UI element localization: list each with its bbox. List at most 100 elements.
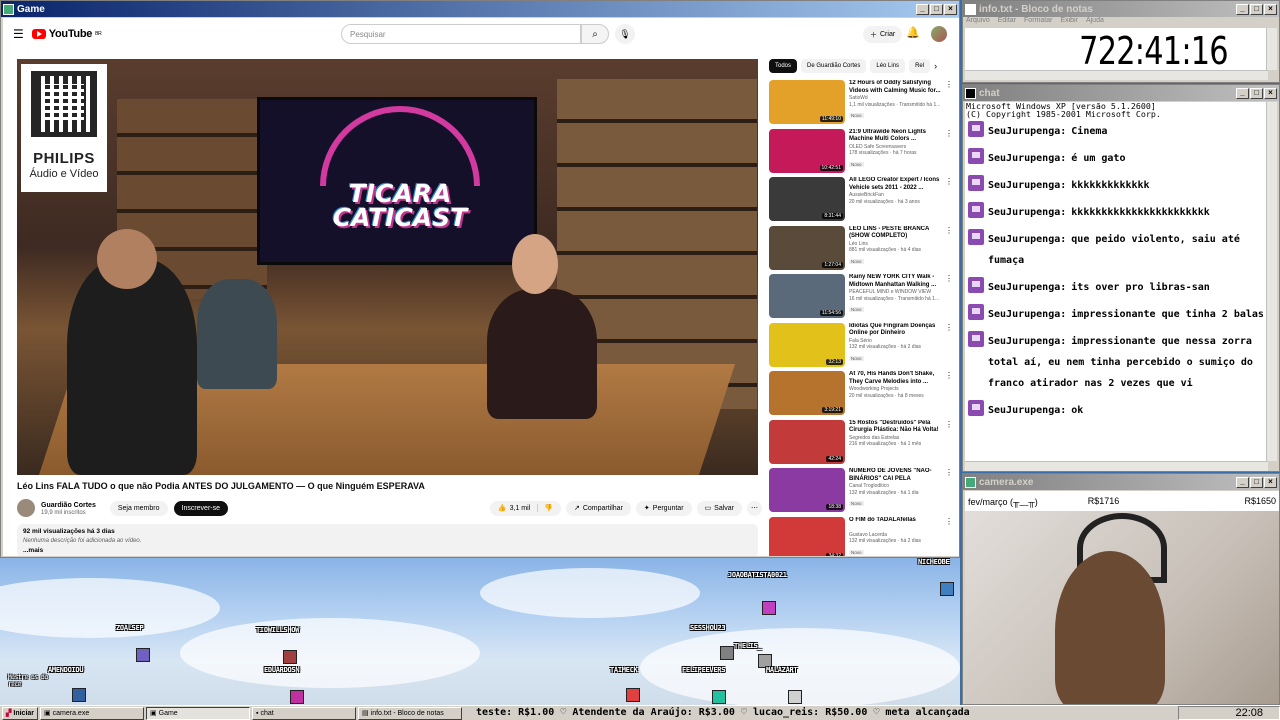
donation-ticker: teste: R$1.00 ♡ Atendente da Araújo: R$3…: [476, 707, 970, 718]
recommendation-title[interactable]: At 70, His Hands Don't Shake, They Carve…: [849, 371, 941, 386]
more-vert-icon[interactable]: ⋮: [945, 177, 953, 224]
notepad-text-area[interactable]: 722:41:16: [965, 28, 1268, 73]
notepad-titlebar[interactable]: info.txt - Bloco de notas _ □ ×: [963, 1, 1279, 17]
more-vert-icon[interactable]: ⋮: [945, 517, 953, 557]
close-button[interactable]: ×: [944, 3, 957, 15]
menu-view[interactable]: Exibir: [1060, 17, 1078, 27]
notepad-window: info.txt - Bloco de notas _ □ × Arquivo …: [962, 0, 1280, 83]
like-button[interactable]: 👍 3,1 mil 👎: [489, 500, 561, 516]
recommendation-title[interactable]: 15 Rostos "Destruídos" Pela Cirurgia Plá…: [849, 420, 941, 435]
more-vert-icon[interactable]: ⋮: [945, 80, 953, 127]
create-button[interactable]: ＋ Criar: [863, 26, 903, 43]
mic-button[interactable]: 🎙: [615, 24, 635, 44]
maximize-button[interactable]: □: [930, 3, 943, 15]
recommendation-thumbnail[interactable]: 8:31:44: [769, 177, 845, 221]
save-button[interactable]: ▭ Salvar: [696, 500, 742, 516]
close-button[interactable]: ×: [1264, 476, 1277, 488]
recommendation-item[interactable]: 32:13 Idiotas Que Fingiram Doenças Online…: [769, 322, 953, 370]
recommendation-item[interactable]: 34:32 O FIM do TADALAfellas Gustavo Lacerd…: [769, 516, 953, 557]
camera-titlebar[interactable]: camera.exe _ □ ×: [963, 474, 1279, 490]
recommendation-title[interactable]: 21:9 Ultrawide Neon Lights Machine Multi…: [849, 129, 941, 144]
taskbar-chat[interactable]: ▪ chat: [252, 706, 357, 720]
recommendation-item[interactable]: 8:31:44 All LEGO Creator Expert / Icons V…: [769, 177, 953, 224]
recommendation-item[interactable]: 18:38 NÚMERO DE JOVENS "NÃO-BINÁRIOS" CAI…: [769, 468, 953, 515]
minimize-button[interactable]: _: [1236, 476, 1249, 488]
recommendation-title[interactable]: Rainy NEW YORK CITY Walk - Midtown Manha…: [849, 274, 941, 289]
channel-name[interactable]: Guardião Cortes: [41, 501, 96, 510]
chevron-right-icon[interactable]: ›: [934, 59, 937, 73]
game-window-titlebar[interactable]: Game _ □ ×: [1, 1, 959, 17]
scrollbar[interactable]: [965, 461, 1268, 471]
recommendation-title[interactable]: NÚMERO DE JOVENS "NÃO-BINÁRIOS" CAI PELA…: [849, 468, 941, 483]
more-vert-icon[interactable]: ⋮: [945, 468, 953, 515]
video-player[interactable]: TICARA CATICAST PHILIPS Áudio e Vídeo: [17, 59, 758, 475]
menu-file[interactable]: Arquivo: [966, 17, 990, 27]
search-input[interactable]: Pesquisar: [341, 24, 581, 44]
chip-channel[interactable]: De Guardião Cortes: [801, 59, 867, 73]
search-button[interactable]: ⌕: [581, 24, 609, 44]
more-vert-icon[interactable]: ⋮: [945, 371, 953, 418]
more-vert-icon[interactable]: ⋮: [945, 274, 953, 321]
more-vert-icon[interactable]: ⋮: [945, 129, 953, 176]
member-button[interactable]: Seja membro: [109, 500, 168, 516]
subscribe-button[interactable]: Inscrever-se: [173, 500, 229, 516]
recommendation-thumbnail[interactable]: 18:38: [769, 468, 845, 512]
menu-icon[interactable]: ☰: [13, 27, 24, 41]
scrollbar[interactable]: [1266, 28, 1277, 70]
chat-titlebar[interactable]: chat _ □ ×: [963, 85, 1279, 101]
taskbar-camera[interactable]: ▣ camera.exe: [40, 706, 145, 720]
minimize-button[interactable]: _: [1236, 87, 1249, 99]
recommendation-thumbnail[interactable]: 32:13: [769, 322, 845, 367]
recommendation-title[interactable]: 12 Hours of Oddly Satisfying Videos with…: [849, 80, 941, 95]
description-more-link[interactable]: ...mais: [23, 547, 43, 554]
video-description[interactable]: 92 mil visualizações há 3 dias Nenhuma d…: [17, 524, 758, 556]
chip-related[interactable]: Rel: [909, 59, 931, 73]
recommendation-title[interactable]: Idiotas Que Fingiram Doenças Online por …: [849, 323, 941, 338]
close-button[interactable]: ×: [1264, 87, 1277, 99]
maximize-button[interactable]: □: [1250, 3, 1263, 15]
maximize-button[interactable]: □: [1250, 87, 1263, 99]
recommendation-title[interactable]: O FIM do TADALAfellas: [849, 517, 941, 532]
maximize-button[interactable]: □: [1250, 476, 1263, 488]
recommendation-thumbnail[interactable]: 11:54:56: [769, 274, 845, 318]
more-vert-icon[interactable]: ⋮: [945, 323, 953, 370]
more-vert-icon[interactable]: ⋮: [945, 420, 953, 467]
menu-help[interactable]: Ajuda: [1086, 17, 1104, 27]
recommendation-thumbnail[interactable]: 11:49:10: [769, 80, 845, 124]
menu-format[interactable]: Formatar: [1024, 17, 1052, 27]
recommendation-thumbnail[interactable]: 42:24: [769, 419, 845, 464]
more-actions-button[interactable]: ⋯: [747, 500, 762, 516]
taskbar-game[interactable]: ▣ Game: [146, 706, 251, 720]
avatar[interactable]: [931, 26, 947, 42]
recommendation-thumbnail[interactable]: 3:19:21: [769, 371, 845, 415]
recommendation-thumbnail[interactable]: 10:42:51: [769, 128, 845, 173]
start-button[interactable]: ▞ Iniciar: [2, 706, 39, 720]
minimize-button[interactable]: _: [1236, 3, 1249, 15]
recommendation-thumbnail[interactable]: 1:27:04: [769, 225, 845, 270]
share-button[interactable]: ↗ Compartilhar: [565, 500, 631, 516]
recommendation-title[interactable]: All LEGO Creator Expert / Icons Vehicle …: [849, 177, 941, 192]
recommendation-item[interactable]: 1:27:04 LÉO LINS - PESTE BRANCA (SHOW COM…: [769, 225, 953, 273]
ask-button[interactable]: ✦ Perguntar: [635, 500, 692, 516]
menu-edit[interactable]: Editar: [998, 17, 1016, 27]
minimize-button[interactable]: _: [916, 3, 929, 15]
recommendation-item[interactable]: 42:24 15 Rostos "Destruídos" Pela Cirurgi…: [769, 419, 953, 467]
chip-leo-lins[interactable]: Léo Lins: [870, 59, 906, 73]
scrollbar[interactable]: [1266, 102, 1277, 461]
recommendation-item[interactable]: 11:54:56 Rainy NEW YORK CITY Walk - Midto…: [769, 274, 953, 321]
taskbar-notepad[interactable]: ▤ info.txt - Bloco de notas: [358, 706, 463, 720]
youtube-logo[interactable]: YouTube BR: [31, 28, 102, 40]
close-button[interactable]: ×: [1264, 3, 1277, 15]
more-vert-icon[interactable]: ⋮: [945, 226, 953, 273]
recommendation-item[interactable]: 3:19:21 At 70, His Hands Don't Shake, The…: [769, 371, 953, 418]
recommendation-thumbnail[interactable]: 34:32: [769, 516, 845, 556]
user-avatar: [968, 175, 984, 191]
recommendation-item[interactable]: 11:49:10 12 Hours of Oddly Satisfying Vid…: [769, 80, 953, 127]
recommendation-item[interactable]: 10:42:51 21:9 Ultrawide Neon Lights Machi…: [769, 128, 953, 176]
thumbs-down-icon[interactable]: 👎: [537, 504, 553, 512]
recommendation-title[interactable]: LÉO LINS - PESTE BRANCA (SHOW COMPLETO): [849, 226, 941, 241]
channel-avatar[interactable]: [17, 499, 35, 517]
scrollbar[interactable]: [965, 70, 1268, 80]
bell-icon[interactable]: 🔔: [906, 26, 920, 39]
chip-all[interactable]: Todos: [769, 59, 798, 73]
